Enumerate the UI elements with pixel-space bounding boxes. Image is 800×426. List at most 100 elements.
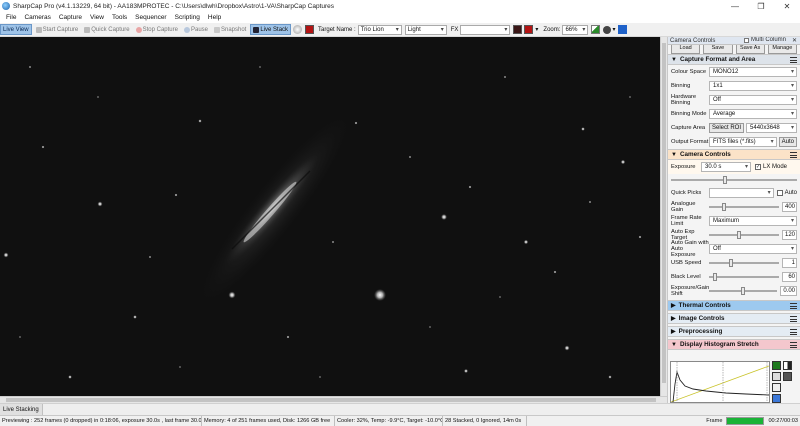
usb-speed-knob[interactable]	[728, 259, 733, 267]
exposure-slider-knob[interactable]	[723, 176, 727, 184]
select-roi-button[interactable]: Select ROI	[709, 123, 745, 133]
manage-profiles-button[interactable]: Manage	[767, 45, 797, 54]
reset-stretch-icon[interactable]	[772, 383, 781, 392]
camera-dropdown-icon[interactable]: ▾	[612, 26, 615, 33]
horizontal-scroll-thumb[interactable]	[6, 398, 656, 402]
expand-chevron-icon[interactable]: ▶	[671, 328, 676, 335]
image-viewport[interactable]	[0, 37, 660, 396]
collapse-chevron-icon[interactable]: ▼	[671, 152, 677, 158]
menu-capture[interactable]: Capture	[55, 14, 86, 21]
save-stretch-icon[interactable]	[772, 394, 781, 403]
vertical-scroll-thumb[interactable]	[662, 43, 666, 383]
section-menu-icon[interactable]	[790, 329, 797, 335]
minimize-button[interactable]: —	[722, 0, 748, 12]
multi-column-toggle[interactable]: Multi Column	[743, 37, 786, 43]
menu-file[interactable]: File	[2, 14, 20, 21]
quick-picks-select[interactable]	[709, 188, 774, 198]
auto-stretch-icon[interactable]	[772, 361, 781, 370]
save-profile-button[interactable]: Save	[703, 45, 733, 54]
zoom-histogram-icon[interactable]	[772, 372, 781, 381]
fx-color-icon[interactable]	[524, 25, 534, 34]
auto-exp-target-knob[interactable]	[736, 231, 741, 239]
contrast-icon[interactable]	[783, 361, 792, 370]
binning-select[interactable]: 1x1	[709, 81, 797, 91]
exposure-gain-shift-knob[interactable]	[741, 287, 745, 295]
exposure-slider[interactable]	[671, 175, 797, 185]
black-level-knob[interactable]	[712, 273, 717, 281]
maximize-button[interactable]: ❐	[748, 0, 774, 12]
display-options-icon[interactable]	[293, 25, 303, 34]
multi-column-checkbox[interactable]	[743, 37, 749, 43]
camera-icon[interactable]	[603, 25, 612, 34]
black-level-slider[interactable]	[709, 272, 779, 282]
save-as-profile-button[interactable]: Save As	[735, 45, 765, 54]
analogue-gain-slider[interactable]	[709, 202, 779, 212]
stop-capture-button[interactable]: Stop Capture	[134, 24, 180, 35]
capture-area-select[interactable]: 5440x3648	[746, 123, 797, 133]
lx-mode-checkbox[interactable]: ✓ LX Mode	[755, 164, 787, 170]
start-capture-button[interactable]: Start Capture	[34, 24, 81, 35]
binning-mode-select[interactable]: Average	[709, 109, 797, 119]
menu-scripting[interactable]: Scripting	[171, 14, 204, 21]
panel-close-icon[interactable]: ✕	[792, 37, 797, 44]
section-menu-icon[interactable]	[790, 57, 797, 63]
output-format-select[interactable]: FITS files (*.fits)	[709, 137, 777, 147]
exposure-select[interactable]: 30.0 s	[701, 162, 751, 172]
live-stack-button[interactable]: Live Stack	[250, 24, 292, 35]
target-name-select[interactable]: Trio Lion	[357, 24, 402, 35]
hardware-binning-select[interactable]: Off	[709, 95, 797, 105]
menu-tools[interactable]: Tools	[108, 14, 131, 21]
fx-dropdown-icon[interactable]: ▾	[535, 26, 538, 33]
section-menu-icon[interactable]	[790, 303, 797, 309]
usb-speed-value[interactable]: 1	[782, 258, 797, 268]
highlight-color-icon[interactable]	[513, 25, 523, 34]
snapshot-button[interactable]: Snapshot	[212, 24, 248, 35]
black-level-value[interactable]: 60	[782, 272, 797, 282]
section-menu-icon[interactable]	[790, 342, 797, 348]
section-thermal-controls[interactable]: ▶ Thermal Controls	[668, 300, 800, 311]
analogue-gain-value[interactable]: 400	[782, 202, 797, 212]
collapse-chevron-icon[interactable]: ▼	[671, 57, 677, 63]
zoom-select[interactable]: 66%	[562, 24, 589, 35]
load-profile-button[interactable]: Load	[671, 45, 701, 54]
section-capture-format[interactable]: ▼ Capture Format and Area	[668, 54, 800, 65]
frame-type-select[interactable]: Light	[404, 24, 447, 35]
section-preprocessing[interactable]: ▶ Preprocessing	[668, 326, 800, 337]
exposure-gain-shift-value[interactable]: 0.00	[780, 286, 797, 296]
histogram-icon[interactable]	[591, 25, 601, 34]
auto-exposure-checkbox[interactable]: Auto	[776, 190, 797, 196]
live-view-button[interactable]: Live View	[0, 24, 32, 35]
menu-help[interactable]: Help	[204, 14, 225, 21]
menu-sequencer[interactable]: Sequencer	[131, 14, 170, 21]
auto-format-button[interactable]: Auto	[778, 137, 797, 147]
auto-exp-target-value[interactable]: 120	[782, 230, 797, 240]
menu-view[interactable]: View	[86, 14, 108, 21]
section-display-histogram-stretch[interactable]: ▼ Display Histogram Stretch	[668, 339, 800, 350]
tab-live-stacking[interactable]: Live Stacking	[0, 404, 43, 415]
collapse-chevron-icon[interactable]: ▼	[671, 342, 677, 348]
viewport-horizontal-scrollbar[interactable]	[0, 396, 667, 403]
close-button[interactable]: ✕	[774, 0, 800, 12]
section-menu-icon[interactable]	[790, 316, 797, 322]
reticule-icon[interactable]	[305, 25, 315, 34]
section-camera-controls[interactable]: ▼ Camera Controls	[668, 149, 800, 160]
viewport-vertical-scrollbar[interactable]	[660, 37, 667, 396]
channel-icon[interactable]	[783, 372, 792, 381]
auto-exp-target-slider[interactable]	[709, 230, 779, 240]
section-image-controls[interactable]: ▶ Image Controls	[668, 313, 800, 324]
colour-space-select[interactable]: MONO12	[709, 67, 797, 77]
expand-chevron-icon[interactable]: ▶	[671, 302, 676, 309]
quick-capture-button[interactable]: Quick Capture	[82, 24, 131, 35]
auto-gain-select[interactable]: Off	[709, 244, 797, 254]
usb-speed-slider[interactable]	[709, 258, 779, 268]
exposure-gain-shift-slider[interactable]	[709, 286, 777, 296]
pause-button[interactable]: Pause	[182, 24, 210, 35]
frame-rate-select[interactable]: Maximum	[709, 216, 797, 226]
histogram-graph[interactable]	[670, 361, 770, 403]
expand-chevron-icon[interactable]: ▶	[671, 315, 676, 322]
analogue-gain-knob[interactable]	[722, 203, 727, 211]
pin-icon[interactable]	[618, 25, 628, 34]
fx-select[interactable]	[460, 24, 511, 35]
section-menu-icon[interactable]	[790, 152, 797, 158]
menu-cameras[interactable]: Cameras	[20, 14, 54, 21]
